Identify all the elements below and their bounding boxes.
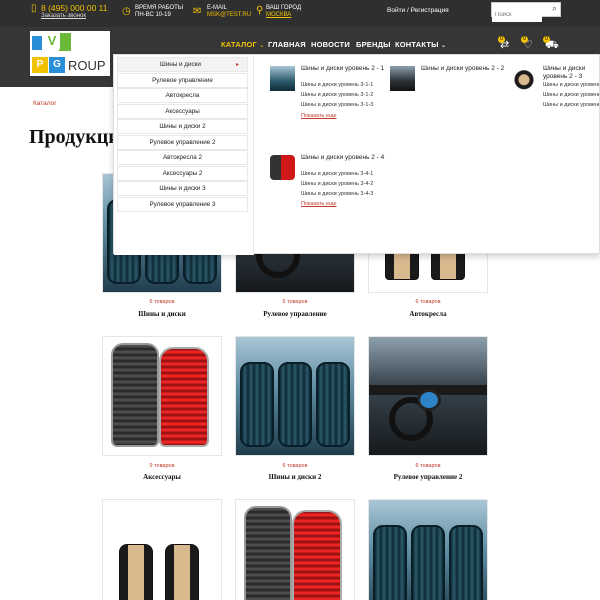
- logo-letter-p: P: [32, 57, 48, 73]
- show-more-link[interactable]: Показать еще: [301, 113, 337, 119]
- menu-item-accessories-2[interactable]: Аксессуары 2: [117, 166, 248, 181]
- subcategory-title[interactable]: Шины и диски уровень 2 - 1: [301, 65, 385, 73]
- catalog-mega-menu: Шины и диски ▸ Рулевое управление Автокре…: [113, 54, 600, 255]
- menu-item-tires[interactable]: Шины и диски ▸: [117, 57, 248, 72]
- product-name[interactable]: Рулевое управление 2: [368, 473, 488, 481]
- subcategory-link[interactable]: Шины и диски уровень 3-1-2: [301, 92, 373, 98]
- subcategory-link[interactable]: Шины и диски уровень 3-4-2: [301, 181, 373, 187]
- email-icon: ✉: [193, 6, 202, 17]
- menu-item-tires-3[interactable]: Шины и диски 3: [117, 181, 248, 196]
- nav-contacts[interactable]: КОНТАКТЫ ⌄: [395, 40, 446, 49]
- subcategory-thumbnail[interactable]: [270, 66, 295, 91]
- subcategory-title[interactable]: Шины и диски уровень 2 - 3: [543, 65, 599, 81]
- phone-number[interactable]: 8 (495) 000 00 11: [41, 3, 107, 13]
- subcategory-link[interactable]: Шины и диски уровень 3-3-1: [543, 82, 599, 88]
- login-link[interactable]: Войти / Регистрация: [387, 7, 449, 14]
- breadcrumb[interactable]: Каталог: [33, 100, 57, 107]
- nav-brands[interactable]: БРЕНДЫ: [356, 40, 391, 49]
- subcategory-thumbnail[interactable]: [514, 66, 539, 91]
- cart-count: 0: [543, 36, 550, 43]
- product-card-image[interactable]: [235, 336, 355, 456]
- menu-item-label: Шины и диски: [160, 61, 201, 68]
- subcategory-link[interactable]: Шины и диски уровень 3-3-2: [543, 92, 599, 98]
- caret-right-icon: ▸: [235, 61, 239, 68]
- menu-item-steering-3[interactable]: Рулевое управление 3: [117, 197, 248, 212]
- phone-icon: ▯: [31, 3, 37, 14]
- chevron-down-icon: ⌄: [259, 42, 265, 49]
- subcategory-link[interactable]: Шины и диски уровень 3-4-1: [301, 171, 373, 177]
- menu-item-steering-2[interactable]: Рулевое управление 2: [117, 135, 248, 150]
- compare-count: 0: [498, 36, 505, 43]
- product-count: 6 товаров: [282, 299, 308, 305]
- logo-text: ROUP: [68, 58, 106, 73]
- show-more-link[interactable]: Показать еще: [301, 201, 337, 207]
- menu-item-steering[interactable]: Рулевое управление: [117, 73, 248, 88]
- hours-value: ПН-ВС 10-19: [135, 12, 171, 18]
- subcategory-link[interactable]: Шины и диски уровень 3-3-3: [543, 102, 599, 108]
- subcategory-title[interactable]: Шины и диски уровень 2 - 2: [421, 65, 505, 73]
- menu-item-tires-2[interactable]: Шины и диски 2: [117, 119, 248, 134]
- subcategory-link[interactable]: Шины и диски уровень 3-1-3: [301, 102, 373, 108]
- product-name[interactable]: Шины и диски 2: [235, 473, 355, 481]
- logo-green-block: [59, 33, 71, 51]
- product-card-image[interactable]: [102, 336, 222, 456]
- product-name[interactable]: Рулевое управление: [235, 310, 355, 318]
- city-label: ВАШ ГОРОД: [266, 5, 302, 11]
- menu-item-car-seats-2[interactable]: Автокресла 2: [117, 150, 248, 165]
- subcategory-link[interactable]: Шины и диски уровень 3-4-3: [301, 191, 373, 197]
- product-name[interactable]: Автокресла: [368, 310, 488, 318]
- search-box: ⌕: [491, 2, 561, 22]
- product-count: 6 товаров: [282, 463, 308, 469]
- product-name[interactable]: Шины и диски: [102, 310, 222, 318]
- chevron-down-icon: ⌄: [440, 42, 447, 49]
- location-pin-icon: ⚲: [256, 5, 264, 16]
- product-count: 6 товаров: [415, 299, 441, 305]
- logo[interactable]: V P G ROUP: [30, 31, 110, 76]
- nav-catalog[interactable]: КАТАЛОГ ⌄: [221, 40, 265, 49]
- subcategory-link[interactable]: Шины и диски уровень 3-1-1: [301, 82, 373, 88]
- subcategory-thumbnail[interactable]: [270, 155, 295, 180]
- menu-item-accessories[interactable]: Аксессуары: [117, 104, 248, 119]
- nav-news[interactable]: НОВОСТИ: [311, 40, 350, 49]
- product-card-image[interactable]: [235, 499, 355, 600]
- product-card-image[interactable]: [368, 499, 488, 600]
- nav-catalog-label: КАТАЛОГ: [221, 40, 257, 49]
- favorites-count: 0: [521, 36, 528, 43]
- product-count: 6 товаров: [149, 299, 175, 305]
- search-icon[interactable]: ⌕: [552, 4, 557, 14]
- product-card-image[interactable]: [102, 499, 222, 600]
- product-name[interactable]: Аксессуары: [102, 473, 222, 481]
- clock-icon: ◷: [122, 6, 131, 17]
- city-value[interactable]: МОСКВА: [266, 12, 291, 19]
- product-card-image[interactable]: [368, 336, 488, 456]
- callback-link[interactable]: Заказать звонок: [41, 13, 86, 19]
- subcategory-thumbnail[interactable]: [390, 66, 415, 91]
- nav-main[interactable]: ГЛАВНАЯ: [268, 40, 306, 49]
- hours-label: ВРЕМЯ РАБОТЫ: [135, 5, 184, 11]
- logo-blue-block: [32, 36, 42, 50]
- catalog-menu-list: Шины и диски ▸ Рулевое управление Автокре…: [114, 55, 254, 255]
- subcategory-title[interactable]: Шины и диски уровень 2 - 4: [301, 154, 385, 162]
- email-value[interactable]: MSK@TEST.RU: [207, 12, 251, 19]
- nav-contacts-label: КОНТАКТЫ: [395, 40, 439, 49]
- logo-letter-v: V: [44, 33, 60, 49]
- top-bar: ▯ 8 (495) 000 00 11 Заказать звонок ◷ ВР…: [0, 0, 600, 27]
- menu-item-car-seats[interactable]: Автокресла: [117, 88, 248, 103]
- search-input[interactable]: [492, 8, 542, 22]
- email-label: E-MAIL: [207, 5, 228, 11]
- product-count: 9 товаров: [149, 463, 175, 469]
- logo-letter-g: G: [49, 57, 65, 73]
- product-count: 6 товаров: [415, 463, 441, 469]
